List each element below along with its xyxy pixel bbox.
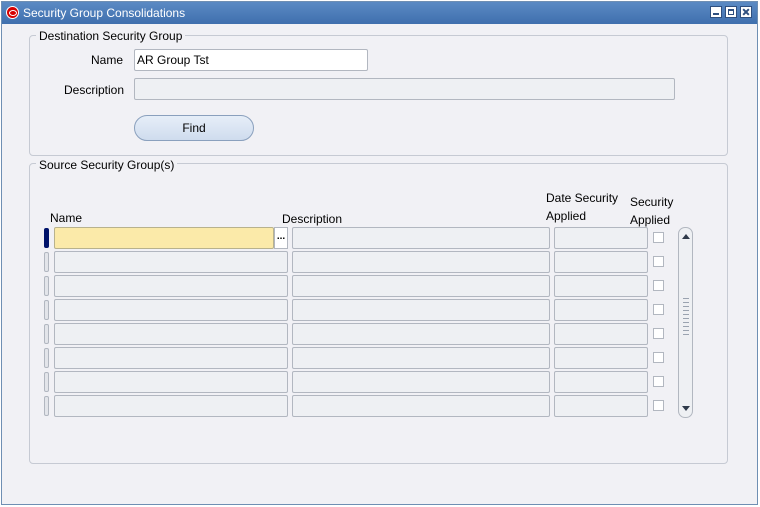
row-indicator[interactable] (44, 300, 49, 320)
oracle-icon (6, 6, 19, 19)
minimize-icon[interactable] (710, 6, 722, 18)
destination-description-field[interactable] (134, 78, 675, 100)
row-date-security-applied-field[interactable] (554, 299, 648, 321)
row-description-field[interactable] (292, 299, 550, 321)
row-indicator[interactable] (44, 228, 49, 248)
row-description-field[interactable] (292, 347, 550, 369)
table-row (2, 371, 760, 393)
destination-name-value: AR Group Tst (137, 53, 209, 67)
row-name-field[interactable] (54, 347, 288, 369)
row-description-field[interactable] (292, 395, 550, 417)
row-name-field[interactable] (54, 323, 288, 345)
row-indicator[interactable] (44, 252, 49, 272)
row-date-security-applied-field[interactable] (554, 347, 648, 369)
row-security-applied-checkbox[interactable] (653, 232, 664, 243)
row-name-field[interactable] (54, 395, 288, 417)
row-description-field[interactable] (292, 275, 550, 297)
row-indicator[interactable] (44, 348, 49, 368)
row-date-security-applied-field[interactable] (554, 323, 648, 345)
row-description-field[interactable] (292, 251, 550, 273)
row-name-field[interactable] (54, 299, 288, 321)
row-indicator[interactable] (44, 396, 49, 416)
lov-button[interactable]: ... (274, 227, 288, 249)
row-security-applied-checkbox[interactable] (653, 400, 664, 411)
row-indicator[interactable] (44, 276, 49, 296)
table-row (2, 347, 760, 369)
row-security-applied-checkbox[interactable] (653, 304, 664, 315)
row-description-field[interactable] (292, 371, 550, 393)
row-security-applied-checkbox[interactable] (653, 256, 664, 267)
row-indicator[interactable] (44, 324, 49, 344)
row-date-security-applied-field[interactable] (554, 227, 648, 249)
column-header-name: Name (50, 211, 83, 225)
column-header-date-security-applied-2: Applied (546, 209, 587, 223)
row-date-security-applied-field[interactable] (554, 371, 648, 393)
row-name-field[interactable] (54, 371, 288, 393)
row-name-field[interactable] (54, 251, 288, 273)
row-security-applied-checkbox[interactable] (653, 376, 664, 387)
description-label: Description (64, 83, 125, 97)
scroll-grip-icon[interactable] (683, 298, 689, 338)
row-security-applied-checkbox[interactable] (653, 352, 664, 363)
column-header-description: Description (282, 212, 343, 226)
row-security-applied-checkbox[interactable] (653, 328, 664, 339)
table-row (2, 275, 760, 297)
table-row (2, 251, 760, 273)
security-group-consolidations-window: Security Group Consolidations Destinatio… (1, 1, 758, 505)
row-date-security-applied-field[interactable] (554, 395, 648, 417)
destination-name-field[interactable]: AR Group Tst (134, 49, 368, 71)
row-security-applied-checkbox[interactable] (653, 280, 664, 291)
vertical-scrollbar[interactable] (678, 227, 693, 418)
row-date-security-applied-field[interactable] (554, 251, 648, 273)
destination-group-title: Destination Security Group (36, 29, 186, 43)
title-bar: Security Group Consolidations (2, 2, 757, 24)
column-header-date-security-applied-1: Date Security (546, 191, 619, 205)
row-name-field[interactable] (54, 227, 274, 249)
row-description-field[interactable] (292, 323, 550, 345)
row-indicator[interactable] (44, 372, 49, 392)
table-row (2, 395, 760, 417)
scroll-up-icon[interactable] (682, 234, 690, 239)
name-label: Name (91, 53, 124, 67)
scroll-down-icon[interactable] (682, 406, 690, 411)
table-row (2, 299, 760, 321)
maximize-icon[interactable] (725, 6, 737, 18)
window-title: Security Group Consolidations (23, 6, 186, 20)
row-date-security-applied-field[interactable] (554, 275, 648, 297)
find-button[interactable]: Find (134, 115, 254, 141)
column-header-security-applied-1: Security (630, 195, 674, 209)
table-row (2, 323, 760, 345)
row-name-field[interactable] (54, 275, 288, 297)
row-description-field[interactable] (292, 227, 550, 249)
table-row: ... (2, 227, 760, 249)
close-icon[interactable] (740, 6, 752, 18)
source-group-title: Source Security Group(s) (36, 158, 178, 172)
